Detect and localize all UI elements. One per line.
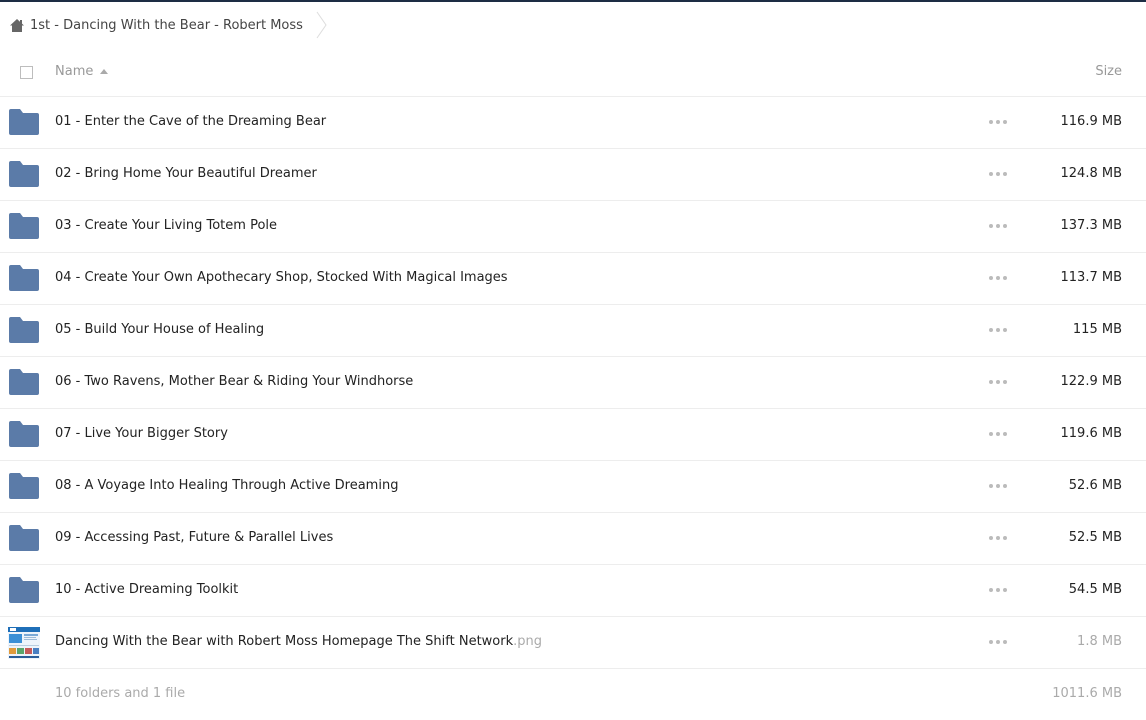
breadcrumb-separator-icon	[315, 11, 329, 39]
folder-size: 122.9 MB	[1060, 374, 1122, 389]
folder-icon	[9, 525, 39, 551]
more-options-icon[interactable]	[989, 273, 1007, 283]
folder-size: 137.3 MB	[1060, 218, 1122, 233]
folder-size: 52.6 MB	[1068, 478, 1122, 493]
file-name[interactable]: Dancing With the Bear with Robert Moss H…	[55, 634, 542, 649]
folder-size: 113.7 MB	[1060, 270, 1122, 285]
folder-icon	[9, 369, 39, 395]
folder-name[interactable]: 04 - Create Your Own Apothecary Shop, St…	[55, 270, 508, 285]
file-basename: Dancing With the Bear with Robert Moss H…	[55, 634, 514, 649]
folder-icon	[9, 265, 39, 291]
folder-row[interactable]: 10 - Active Dreaming Toolkit 54.5 MB	[0, 565, 1146, 617]
folder-row[interactable]: 03 - Create Your Living Totem Pole 137.3…	[0, 201, 1146, 253]
more-options-icon[interactable]	[989, 117, 1007, 127]
name-column-header[interactable]: Name	[55, 64, 109, 79]
folder-row[interactable]: 06 - Two Ravens, Mother Bear & Riding Yo…	[0, 357, 1146, 409]
folder-size: 54.5 MB	[1068, 582, 1122, 597]
folder-icon	[9, 577, 39, 603]
folder-icon	[9, 109, 39, 135]
folder-name[interactable]: 07 - Live Your Bigger Story	[55, 426, 228, 441]
folder-icon	[9, 421, 39, 447]
breadcrumb-current-folder[interactable]: 1st - Dancing With the Bear - Robert Mos…	[30, 18, 303, 33]
file-list-header: Name Size	[0, 48, 1146, 97]
folder-name[interactable]: 03 - Create Your Living Totem Pole	[55, 218, 277, 233]
folder-icon	[9, 161, 39, 187]
name-column-label: Name	[55, 64, 94, 79]
folder-size: 52.5 MB	[1068, 530, 1122, 545]
folder-row[interactable]: 07 - Live Your Bigger Story 119.6 MB	[0, 409, 1146, 461]
sort-ascending-icon	[100, 69, 109, 74]
breadcrumb: 1st - Dancing With the Bear - Robert Mos…	[9, 11, 329, 39]
folder-row[interactable]: 08 - A Voyage Into Healing Through Activ…	[0, 461, 1146, 513]
more-options-icon[interactable]	[989, 637, 1007, 647]
more-options-icon[interactable]	[989, 377, 1007, 387]
folder-name[interactable]: 02 - Bring Home Your Beautiful Dreamer	[55, 166, 317, 181]
more-options-icon[interactable]	[989, 325, 1007, 335]
summary-count: 10 folders and 1 file	[55, 686, 186, 701]
size-column-header[interactable]: Size	[1095, 64, 1122, 79]
folder-icon	[9, 213, 39, 239]
summary-total-size: 1011.6 MB	[1052, 686, 1122, 701]
folder-name[interactable]: 09 - Accessing Past, Future & Parallel L…	[55, 530, 333, 545]
image-thumbnail-icon	[8, 627, 40, 659]
more-options-icon[interactable]	[989, 481, 1007, 491]
more-options-icon[interactable]	[989, 429, 1007, 439]
folder-name[interactable]: 05 - Build Your House of Healing	[55, 322, 264, 337]
folder-icon	[9, 473, 39, 499]
folder-row[interactable]: 01 - Enter the Cave of the Dreaming Bear…	[0, 97, 1146, 149]
folder-name[interactable]: 08 - A Voyage Into Healing Through Activ…	[55, 478, 398, 493]
folder-icon	[9, 317, 39, 343]
more-options-icon[interactable]	[989, 169, 1007, 179]
file-size: 1.8 MB	[1077, 634, 1122, 649]
file-extension: .png	[513, 634, 543, 649]
more-options-icon[interactable]	[989, 533, 1007, 543]
folder-row[interactable]: 02 - Bring Home Your Beautiful Dreamer 1…	[0, 149, 1146, 201]
select-all-checkbox[interactable]	[20, 66, 33, 79]
file-row[interactable]: Dancing With the Bear with Robert Moss H…	[0, 617, 1146, 669]
more-options-icon[interactable]	[989, 585, 1007, 595]
folder-name[interactable]: 01 - Enter the Cave of the Dreaming Bear	[55, 114, 326, 129]
folder-name[interactable]: 10 - Active Dreaming Toolkit	[55, 582, 238, 597]
folder-row[interactable]: 09 - Accessing Past, Future & Parallel L…	[0, 513, 1146, 565]
more-options-icon[interactable]	[989, 221, 1007, 231]
folder-name[interactable]: 06 - Two Ravens, Mother Bear & Riding Yo…	[55, 374, 413, 389]
folder-size: 115 MB	[1072, 322, 1122, 337]
folder-size: 124.8 MB	[1060, 166, 1122, 181]
file-list: 01 - Enter the Cave of the Dreaming Bear…	[0, 97, 1146, 669]
folder-size: 119.6 MB	[1060, 426, 1122, 441]
top-accent-bar	[0, 0, 1146, 2]
file-list-summary: 10 folders and 1 file 1011.6 MB	[0, 682, 1146, 706]
folder-row[interactable]: 04 - Create Your Own Apothecary Shop, St…	[0, 253, 1146, 305]
home-icon[interactable]	[9, 16, 27, 34]
folder-size: 116.9 MB	[1060, 114, 1122, 129]
folder-row[interactable]: 05 - Build Your House of Healing 115 MB	[0, 305, 1146, 357]
